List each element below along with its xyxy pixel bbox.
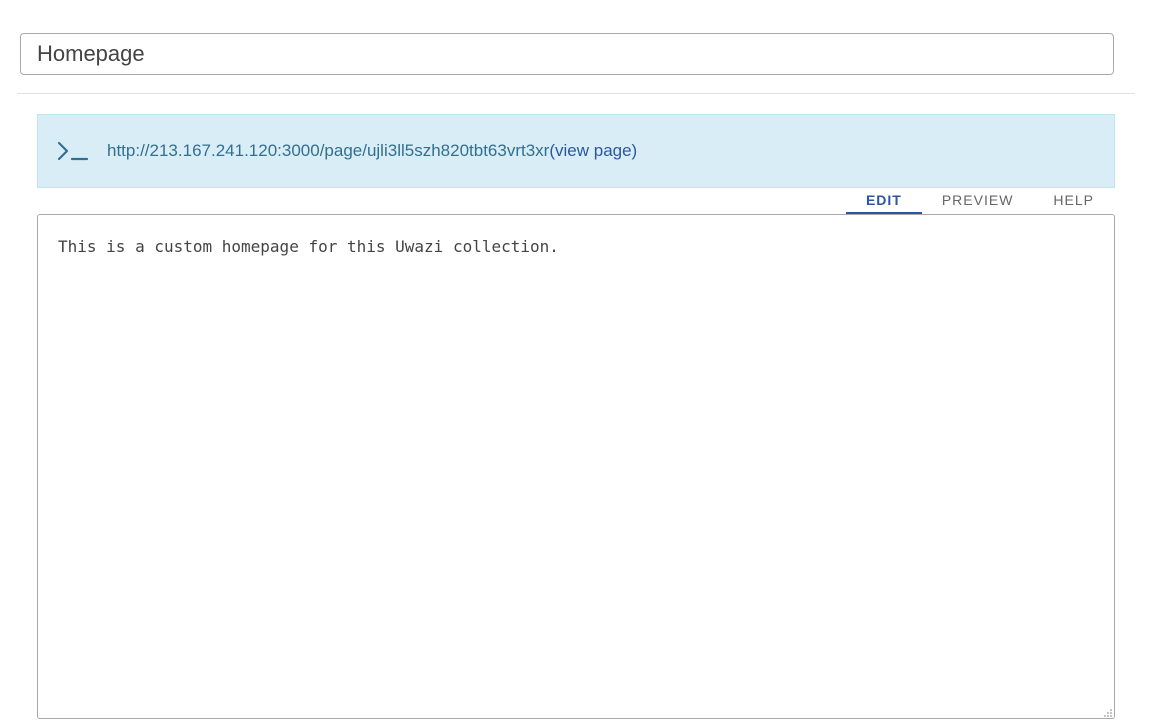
- view-page-link[interactable]: (view page): [549, 141, 637, 161]
- tab-help[interactable]: HELP: [1033, 188, 1114, 214]
- resize-handle-icon[interactable]: [1101, 705, 1113, 717]
- terminal-icon: [56, 138, 90, 164]
- page-url-banner: http://213.167.241.120:3000/page/ujli3ll…: [37, 114, 1115, 188]
- divider: [17, 93, 1135, 94]
- page-title-input[interactable]: [20, 33, 1114, 75]
- page-url-text: http://213.167.241.120:3000/page/ujli3ll…: [107, 141, 550, 160]
- markdown-editor[interactable]: This is a custom homepage for this Uwazi…: [37, 214, 1115, 719]
- page-editor: http://213.167.241.120:3000/page/ujli3ll…: [0, 0, 1151, 724]
- tab-edit[interactable]: EDIT: [845, 188, 922, 214]
- editor-tabs: EDIT PREVIEW HELP: [845, 188, 1114, 214]
- tab-preview[interactable]: PREVIEW: [922, 188, 1034, 214]
